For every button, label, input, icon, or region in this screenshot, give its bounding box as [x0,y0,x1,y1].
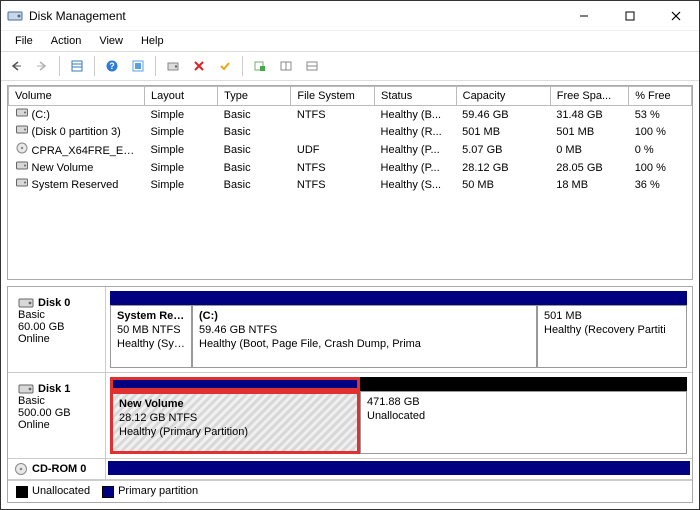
properties-button[interactable] [66,55,88,77]
settings-button[interactable] [162,55,184,77]
window-title: Disk Management [29,9,126,23]
col-layout[interactable]: Layout [144,87,217,106]
back-button[interactable] [5,55,27,77]
tool-b-button[interactable] [275,55,297,77]
col-pct[interactable]: % Free [629,87,692,106]
help-button[interactable]: ? [101,55,123,77]
cdrom-partition[interactable] [108,461,690,475]
forward-button[interactable] [31,55,53,77]
table-row[interactable]: (C:)SimpleBasicNTFSHealthy (B...59.46 GB… [9,106,692,124]
disk-mgmt-icon [7,8,23,24]
menu-view[interactable]: View [91,33,131,49]
partition[interactable]: New Volume28.12 GB NTFSHealthy (Primary … [110,377,360,454]
close-button[interactable] [653,1,699,31]
legend-primary-swatch [102,486,114,498]
partition[interactable]: 471.88 GBUnallocated [360,377,687,454]
legend-unallocated-swatch [16,486,28,498]
cdrom-0-header[interactable]: CD-ROM 0 [8,459,106,479]
menubar: File Action View Help [1,31,699,51]
disk-icon [18,297,34,309]
col-capacity[interactable]: Capacity [456,87,550,106]
col-volume[interactable]: Volume [9,87,145,106]
refresh-button[interactable] [127,55,149,77]
legend: Unallocated Primary partition [8,480,692,502]
svg-text:?: ? [109,61,115,71]
volume-list[interactable]: Volume Layout Type File System Status Ca… [7,85,693,280]
col-status[interactable]: Status [375,87,457,106]
partition[interactable]: System Rese50 MB NTFSHealthy (Syste [110,291,192,368]
drive-icon [15,161,29,174]
disc-icon [14,462,28,476]
disc-icon [15,142,29,157]
maximize-button[interactable] [607,1,653,31]
delete-button[interactable] [188,55,210,77]
menu-help[interactable]: Help [133,33,172,49]
window: Disk Management File Action View Help ? [0,0,700,510]
apply-button[interactable] [214,55,236,77]
tool-c-button[interactable] [301,55,323,77]
menu-action[interactable]: Action [43,33,90,49]
col-free[interactable]: Free Spa... [550,87,628,106]
toolbar: ? [1,51,699,81]
disk-map: Disk 0 Basic 60.00 GB Online System Rese… [7,286,693,503]
drive-icon [15,125,29,138]
table-row[interactable]: CPRA_X64FRE_EN-...SimpleBasicUDFHealthy … [9,140,692,159]
menu-file[interactable]: File [7,33,41,49]
column-headers[interactable]: Volume Layout Type File System Status Ca… [9,87,692,106]
minimize-button[interactable] [561,1,607,31]
drive-icon [15,108,29,121]
drive-icon [15,178,29,191]
partition[interactable]: (C:)59.46 GB NTFSHealthy (Boot, Page Fil… [192,291,537,368]
partition[interactable]: 501 MBHealthy (Recovery Partiti [537,291,687,368]
titlebar: Disk Management [1,1,699,31]
disk-0-header[interactable]: Disk 0 Basic 60.00 GB Online [8,287,106,372]
col-fs[interactable]: File System [291,87,375,106]
table-row[interactable]: New VolumeSimpleBasicNTFSHealthy (P...28… [9,159,692,176]
table-row[interactable]: (Disk 0 partition 3)SimpleBasicHealthy (… [9,123,692,140]
disk-1-header[interactable]: Disk 1 Basic 500.00 GB Online [8,373,106,458]
tool-a-button[interactable] [249,55,271,77]
col-type[interactable]: Type [218,87,291,106]
disk-icon [18,383,34,395]
table-row[interactable]: System ReservedSimpleBasicNTFSHealthy (S… [9,176,692,193]
